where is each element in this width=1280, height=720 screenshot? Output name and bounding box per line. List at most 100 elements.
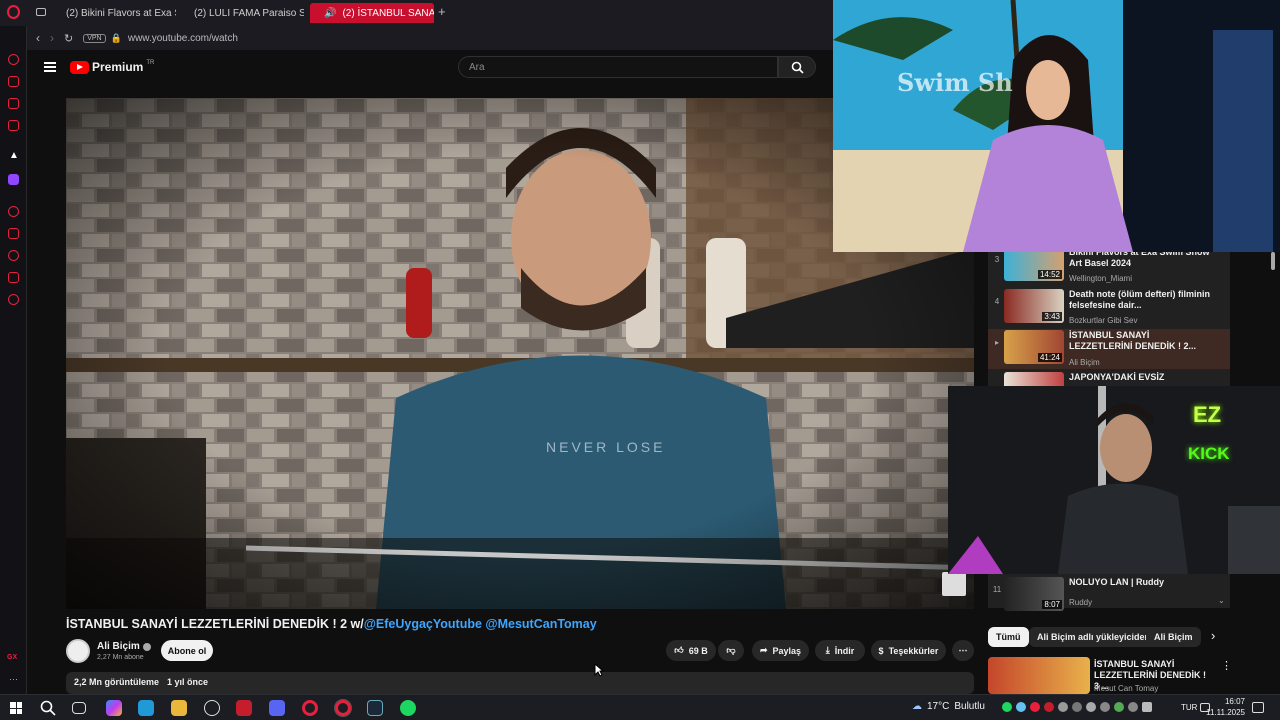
playlist-item-current[interactable]: ▸ 41:24 İSTANBUL SANAYİ LEZZETLERİNİ DEN… [988, 329, 1230, 369]
lock-icon: 🔒 [110, 32, 122, 43]
playlist-scrollbar[interactable] [1271, 252, 1275, 270]
tray-app-icon[interactable] [1114, 702, 1124, 712]
spotify-icon[interactable] [400, 700, 416, 716]
settings-icon[interactable] [8, 294, 19, 305]
verified-icon [142, 642, 151, 651]
more-icon[interactable]: ⋯ [9, 674, 18, 685]
weather-widget[interactable]: ☁ 17°C Bulutlu [912, 701, 985, 712]
cloud-icon: ☁ [912, 701, 922, 712]
browser-tab-active[interactable]: 🔊 (2) İSTANBUL SANAYİ [310, 3, 434, 23]
title-mentions-link[interactable]: @EfeUygaçYoutube @MesutCanTomay [364, 617, 597, 631]
thanks-button[interactable]: $ Teşekkürler [871, 640, 946, 661]
gx-icon[interactable]: ▲ [9, 150, 19, 161]
opera-icon[interactable] [302, 700, 318, 716]
description-box[interactable]: 2,2 Mn görüntüleme 1 yıl önce [66, 672, 974, 694]
share-icon: ➦ [759, 645, 768, 655]
tray-icons [1002, 702, 1152, 712]
opera-gx-icon[interactable] [335, 700, 351, 716]
windows-start-icon[interactable] [10, 702, 22, 714]
app-icon[interactable] [204, 700, 220, 716]
download-button[interactable]: ⤓ İndir [815, 640, 865, 661]
share-button[interactable]: ➦ Paylaş [752, 640, 809, 661]
twitch-icon[interactable] [8, 174, 19, 185]
forward-icon[interactable]: › [50, 31, 54, 45]
app-red-icon[interactable] [236, 700, 252, 716]
history-icon[interactable] [8, 228, 19, 239]
playlist-item[interactable]: JAPONYA'DAKİ EVSİZ [988, 371, 1230, 387]
thanks-icon: $ [878, 645, 884, 656]
pip-frame [833, 0, 1280, 252]
youtube-logo[interactable]: Premium TR [70, 60, 154, 74]
chevron-down-icon[interactable]: ⌄ [1218, 596, 1225, 605]
channel-name[interactable]: Ali Biçim [97, 641, 151, 652]
video-thumbnail: 14:52 [1004, 247, 1064, 281]
opera-logo-icon[interactable] [7, 5, 20, 19]
recommended-thumbnail[interactable] [988, 657, 1090, 694]
tray-app-icon[interactable] [1072, 702, 1082, 712]
thumbs-down-icon: 👎︎ [726, 645, 736, 655]
reload-icon[interactable]: ↻ [64, 32, 73, 45]
neon-sign-bottom: KICK [1188, 444, 1230, 463]
dislike-button[interactable]: 👎︎ [718, 640, 744, 661]
video-title: İSTANBUL SANAYİ LEZZETLERİNİ DENEDİK ! 2… [66, 617, 597, 631]
clock[interactable]: 16:07 11.11.2025 [1200, 696, 1245, 718]
recommended-channel: Mesut Can Tomay [1094, 684, 1159, 693]
vpn-badge[interactable]: VPN [83, 33, 106, 43]
playlist-item[interactable]: 4 3:43 Death note (ölüm defteri) filmini… [988, 288, 1230, 328]
chip-all[interactable]: Tümü [988, 627, 1029, 647]
spotify-tray-icon[interactable] [1002, 702, 1012, 712]
steam-tray-icon[interactable] [1016, 702, 1026, 712]
tray-app-icon[interactable] [1100, 702, 1110, 712]
speaker-icon: 🔊 [324, 7, 337, 19]
thumbs-up-icon: 👍︎ [674, 645, 684, 655]
menu-icon[interactable] [44, 62, 56, 72]
tray-app-icon[interactable] [1086, 702, 1096, 712]
language-indicator[interactable]: TUR [1181, 703, 1197, 712]
channel-watermark[interactable] [942, 572, 966, 596]
back-icon[interactable]: ‹ [36, 31, 40, 45]
chip-channel[interactable]: Ali Biçim [1146, 627, 1201, 647]
search-icon[interactable] [40, 700, 56, 716]
instagram-icon[interactable] [8, 120, 19, 131]
app-tray-icon[interactable] [1044, 702, 1054, 712]
search-icon [791, 61, 804, 74]
messenger-icon[interactable] [8, 98, 19, 109]
browser-tab-2[interactable]: (2) LULI FAMA Paraiso Sw [180, 3, 304, 23]
browser-tab-1[interactable]: (2) Bikini Flavors at Exa S [52, 3, 176, 23]
discord-icon[interactable] [269, 700, 285, 716]
shopping-icon[interactable] [8, 76, 19, 87]
clock-icon[interactable] [8, 250, 19, 261]
new-tab-button[interactable]: + [438, 4, 446, 19]
steam-icon[interactable] [367, 700, 383, 716]
speaker-icon[interactable] [1142, 702, 1152, 712]
speed-dial-icon[interactable] [8, 54, 19, 65]
search-button[interactable] [778, 56, 816, 78]
notification-icon[interactable] [1252, 702, 1264, 713]
playlist-item[interactable]: 11 8:07 NOLUYO LAN | Ruddy Ruddy [988, 576, 1230, 616]
kebab-menu-icon[interactable]: ⋮ [1221, 659, 1232, 672]
channel-avatar[interactable] [66, 639, 90, 663]
player-icon[interactable] [8, 206, 19, 217]
chip-uploader[interactable]: Ali Biçim adlı yükleyiciden [1029, 627, 1159, 647]
video-thumbnail [1004, 372, 1064, 387]
more-actions-button[interactable]: ⋯ [952, 640, 974, 661]
pip-brand-text: Swim Sh [897, 68, 1013, 97]
task-view-icon[interactable] [72, 702, 86, 714]
like-button[interactable]: 👍︎ 69 B [666, 640, 716, 661]
tab-overview-icon[interactable] [36, 8, 46, 16]
pip-video-overlay[interactable]: Swim Sh [833, 0, 1280, 252]
video-thumbnail: 3:43 [1004, 289, 1064, 323]
network-tray-icon[interactable] [1058, 702, 1068, 712]
playlist-item[interactable]: 3 14:52 Bikini Flavors at Exa Swim Show … [988, 246, 1230, 286]
edge-icon[interactable] [138, 700, 154, 716]
address-bar: ‹ › ↻ VPN 🔒 www.youtube.com/watch [26, 26, 836, 50]
opera-tray-icon[interactable] [1030, 702, 1040, 712]
chevron-right-icon[interactable]: › [1211, 628, 1215, 643]
download-icon[interactable] [8, 272, 19, 283]
copilot-icon[interactable] [106, 700, 122, 716]
tray-app-icon[interactable] [1128, 702, 1138, 712]
url-field[interactable]: www.youtube.com/watch [128, 33, 238, 44]
file-explorer-icon[interactable] [171, 700, 187, 716]
search-input[interactable]: Ara [458, 56, 778, 78]
subscribe-button[interactable]: Abone ol [161, 640, 213, 661]
